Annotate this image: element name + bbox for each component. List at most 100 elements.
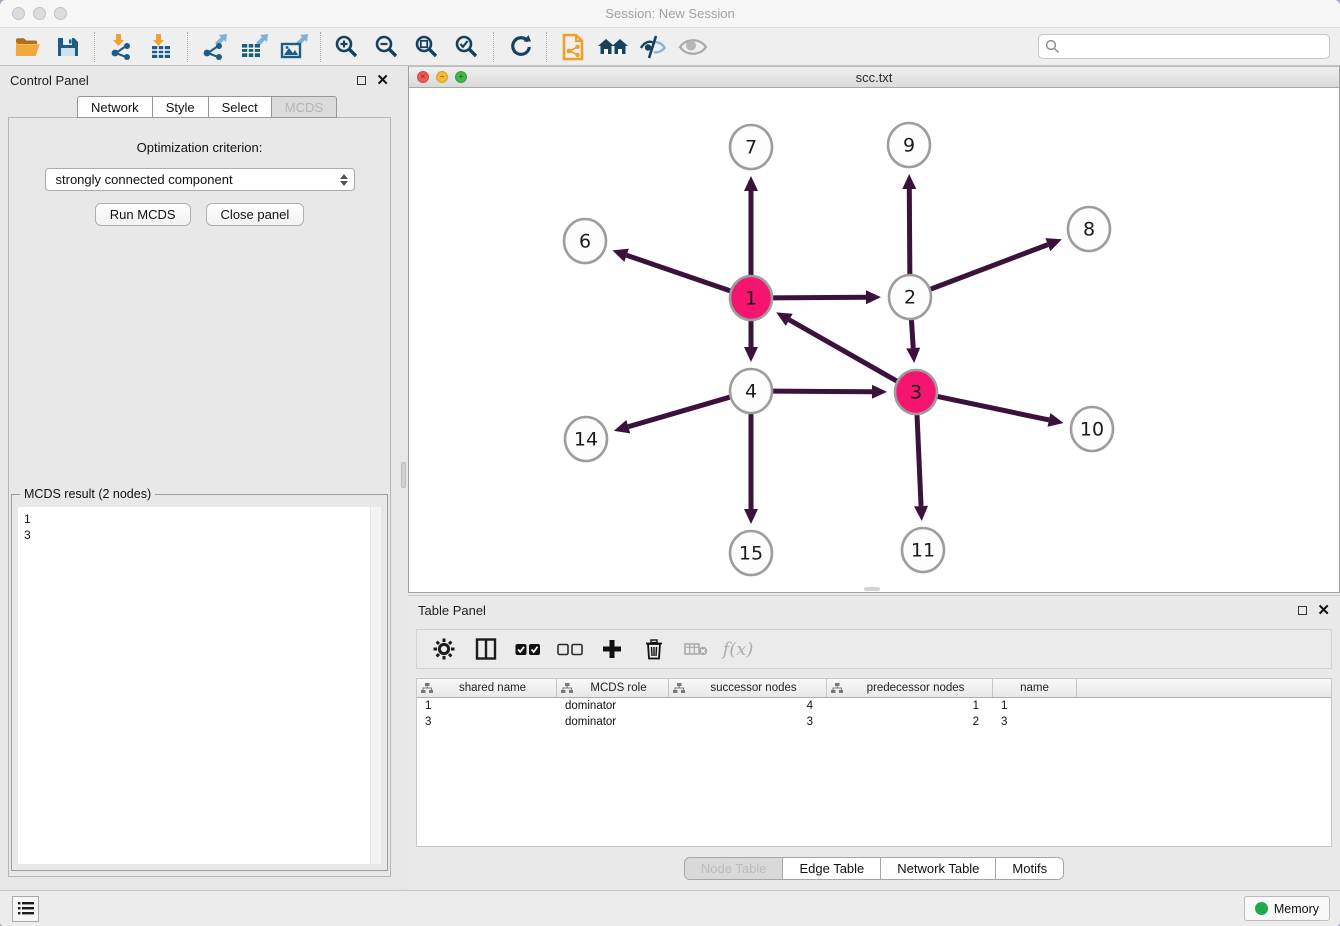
tab-style[interactable]: Style xyxy=(153,96,209,118)
float-panel-icon[interactable] xyxy=(357,76,366,85)
column-header-mcds-role[interactable]: MCDS role xyxy=(557,679,669,697)
graph-node-label-8: 8 xyxy=(1083,219,1095,241)
function-builder-icon: f(x) xyxy=(723,639,754,660)
divider-handle[interactable] xyxy=(401,462,406,488)
graph-edge-3-11[interactable] xyxy=(917,412,921,506)
graph-node-label-4: 4 xyxy=(745,381,757,403)
eye-button[interactable] xyxy=(673,30,713,64)
close-panel-icon[interactable]: ✕ xyxy=(1317,603,1330,618)
network-window-titlebar: × − + scc.txt xyxy=(409,66,1339,88)
import-network-button[interactable] xyxy=(101,30,141,64)
tab-select[interactable]: Select xyxy=(209,96,272,118)
result-scrollbar[interactable] xyxy=(370,507,381,864)
graph-edge-4-14[interactable] xyxy=(628,397,732,427)
memory-button[interactable]: Memory xyxy=(1244,896,1330,921)
cell-successor-nodes: 4 xyxy=(669,698,827,714)
split-divider-vertical[interactable] xyxy=(399,66,408,890)
tab-edge-table[interactable]: Edge Table xyxy=(782,858,880,879)
tab-network-table[interactable]: Network Table xyxy=(880,858,995,879)
import-table-button[interactable] xyxy=(141,30,181,64)
close-panel-icon[interactable]: ✕ xyxy=(376,73,389,88)
task-history-button[interactable] xyxy=(12,896,39,922)
mcds-result-list[interactable]: 1 3 xyxy=(18,507,381,864)
export-network-button[interactable] xyxy=(194,30,234,64)
cell-mcds-role: dominator xyxy=(557,714,669,730)
table-row[interactable]: 3 dominator 3 2 3 xyxy=(417,714,1331,730)
graph-edge-4-3[interactable] xyxy=(771,391,872,392)
control-panel: Control Panel ✕ Network Style Select MCD… xyxy=(0,66,399,890)
graph-edge-3-1[interactable] xyxy=(789,320,898,382)
zoom-selected-button[interactable] xyxy=(447,30,487,64)
divider-handle-horizontal[interactable] xyxy=(864,587,880,591)
run-mcds-button[interactable]: Run MCDS xyxy=(95,203,191,226)
save-session-button[interactable] xyxy=(48,30,88,64)
function-builder-button[interactable]: f(x) xyxy=(721,632,755,666)
criterion-dropdown[interactable]: strongly connected component xyxy=(45,168,355,191)
toolbar-separator xyxy=(546,32,547,62)
mcds-result-item: 3 xyxy=(18,527,381,543)
float-panel-icon[interactable] xyxy=(1298,606,1307,615)
select-all-button[interactable] xyxy=(511,632,545,666)
graph-edge-1-6[interactable] xyxy=(627,255,732,291)
cell-mcds-role: dominator xyxy=(557,698,669,714)
cell-shared-name: 3 xyxy=(417,714,557,730)
zoom-in-button[interactable] xyxy=(327,30,367,64)
toolbar-separator xyxy=(320,32,321,62)
graph-edge-arrow-2-3 xyxy=(906,348,920,363)
tab-network[interactable]: Network xyxy=(77,96,153,118)
graph-edge-2-9[interactable] xyxy=(909,189,910,277)
graph-edge-arrow-3-10 xyxy=(1048,413,1064,427)
graph-edge-2-3[interactable] xyxy=(911,317,913,348)
zoom-fit-button[interactable] xyxy=(407,30,447,64)
deselect-all-button[interactable] xyxy=(553,632,587,666)
delete-column-button[interactable] xyxy=(679,632,713,666)
toggle-graphics-details-icon xyxy=(639,34,667,60)
window-title: Session: New Session xyxy=(0,6,1340,21)
search-icon xyxy=(1045,39,1060,54)
column-header-successor-nodes[interactable]: successor nodes xyxy=(669,679,827,697)
eye-icon xyxy=(678,36,708,58)
show-columns-button[interactable] xyxy=(469,632,503,666)
titlebar: × − + Session: New Session xyxy=(0,0,1340,28)
add-button[interactable] xyxy=(595,632,629,666)
table-settings-button[interactable] xyxy=(427,632,461,666)
first-neighbors-button[interactable] xyxy=(593,30,633,64)
graph-edge-arrow-1-6 xyxy=(612,249,628,262)
cell-name: 1 xyxy=(993,698,1077,714)
apply-layout-button[interactable] xyxy=(500,30,540,64)
zoom-out-button[interactable] xyxy=(367,30,407,64)
node-table[interactable]: shared name MCDS role successor nodes xyxy=(416,678,1332,847)
graph-edge-arrow-1-2 xyxy=(866,290,881,304)
toggle-graphics-details-button[interactable] xyxy=(633,30,673,64)
column-header-shared-name[interactable]: shared name xyxy=(417,679,557,697)
delete-button[interactable] xyxy=(637,632,671,666)
graph-edge-2-8[interactable] xyxy=(929,245,1048,290)
open-session-icon xyxy=(14,35,42,59)
export-table-button[interactable] xyxy=(234,30,274,64)
tab-mcds[interactable]: MCDS xyxy=(272,96,337,118)
graph-node-label-2: 2 xyxy=(904,287,916,309)
table-panel: Table Panel ✕ xyxy=(408,595,1340,890)
open-network-file-button[interactable] xyxy=(553,30,593,64)
tab-node-table[interactable]: Node Table xyxy=(685,858,783,879)
graph-edge-1-2[interactable] xyxy=(771,297,866,298)
tab-motifs[interactable]: Motifs xyxy=(995,858,1063,879)
export-image-button[interactable] xyxy=(274,30,314,64)
graph-edge-arrow-1-7 xyxy=(744,176,758,191)
close-panel-button[interactable]: Close panel xyxy=(206,203,305,226)
open-session-button[interactable] xyxy=(8,30,48,64)
table-row[interactable]: 1 dominator 4 1 1 xyxy=(417,698,1331,714)
column-type-icon xyxy=(561,683,573,694)
memory-status-icon xyxy=(1255,902,1268,915)
column-header-name[interactable]: name xyxy=(993,679,1077,697)
graph-edge-3-10[interactable] xyxy=(936,396,1049,420)
search-input[interactable] xyxy=(1038,34,1330,59)
network-canvas[interactable]: 1234678910111415 xyxy=(409,89,1339,592)
cell-successor-nodes: 3 xyxy=(669,714,827,730)
column-header-predecessor-nodes[interactable]: predecessor nodes xyxy=(827,679,993,697)
mcds-result-group: MCDS result (2 nodes) 1 3 xyxy=(11,494,388,871)
network-window-title: scc.txt xyxy=(409,70,1339,85)
export-image-icon xyxy=(280,34,308,60)
add-icon xyxy=(602,639,622,659)
statusbar: Memory xyxy=(0,890,1340,926)
